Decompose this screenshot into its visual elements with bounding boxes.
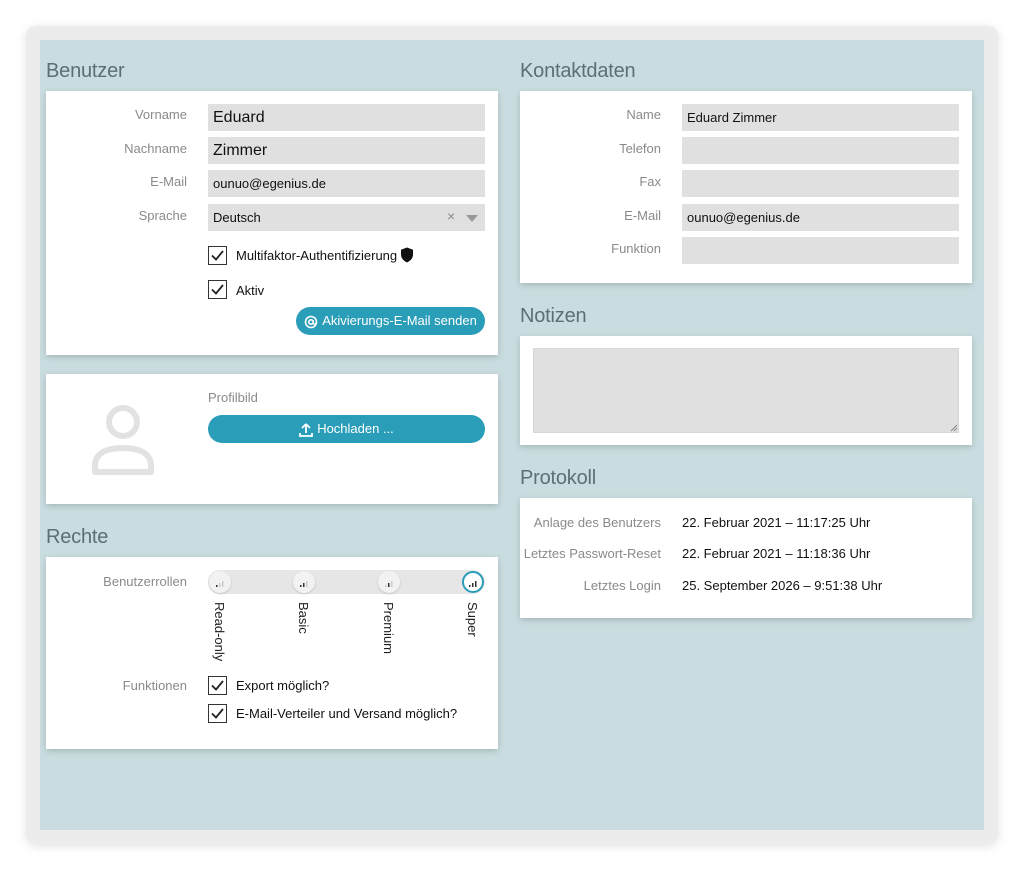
kontakt-email-input[interactable]: ounuo@egenius.de: [682, 204, 959, 231]
shield-icon: [401, 247, 413, 263]
kontakt-name-input[interactable]: Eduard Zimmer: [682, 104, 959, 131]
funktion-input[interactable]: [682, 237, 959, 264]
export-label: Export möglich?: [236, 678, 330, 693]
role-label-readonly: Read-only: [212, 602, 227, 662]
send-activation-email-button[interactable]: Akivierungs-E-Mail senden: [296, 307, 485, 335]
sprache-select[interactable]: Deutsch: [208, 204, 485, 231]
avatar-placeholder-icon: [92, 405, 154, 475]
sprache-label: Sprache: [138, 208, 187, 223]
section-title-rechte: Rechte: [46, 526, 109, 548]
chevron-down-icon[interactable]: [466, 215, 478, 222]
verteiler-label: E-Mail-Verteiler und Versand möglich?: [236, 706, 458, 721]
kontakt-email-label: E-Mail: [624, 208, 661, 223]
checkmark-icon: [211, 250, 224, 261]
login-label: Letztes Login: [583, 578, 661, 593]
checkmark-icon: [211, 680, 224, 691]
funktionen-label: Funktionen: [122, 678, 187, 693]
upload-label: Hochladen ...: [317, 421, 394, 436]
role-readonly-knob[interactable]: [209, 571, 231, 593]
profilbild-panel: Profilbild Hochladen ...: [46, 374, 498, 504]
anlage-value: 22. Februar 2021 – 11:17:25 Uhr: [682, 515, 871, 530]
notizen-panel: [520, 336, 972, 445]
mfa-checkbox[interactable]: [208, 246, 227, 265]
benutzerrollen-label: Benutzerrollen: [103, 574, 187, 589]
aktiv-checkbox[interactable]: [208, 280, 227, 299]
section-title-kontaktdaten: Kontaktdaten: [520, 60, 636, 82]
checkmark-icon: [211, 708, 224, 719]
verteiler-checkbox[interactable]: [208, 704, 227, 723]
fax-input[interactable]: [682, 170, 959, 197]
resize-handle-icon[interactable]: [950, 424, 958, 432]
kontaktdaten-panel: Name Eduard Zimmer Telefon Fax E-Mail ou…: [520, 91, 972, 283]
aktiv-label: Aktiv: [236, 283, 265, 298]
role-label-super: Super: [465, 602, 480, 637]
funktion-label: Funktion: [611, 241, 661, 256]
nachname-label: Nachname: [124, 141, 187, 156]
mfa-label: Multifaktor-Authentifizierung: [236, 248, 398, 263]
telefon-label: Telefon: [619, 141, 661, 156]
benutzerrollen-slider[interactable]: [208, 570, 485, 594]
fax-label: Fax: [639, 174, 661, 189]
nachname-input[interactable]: Zimmer: [208, 137, 485, 164]
rechte-panel: Benutzerrollen Read-only Basic Premium S…: [46, 557, 498, 749]
section-title-benutzer: Benutzer: [46, 60, 125, 82]
profilbild-label: Profilbild: [208, 390, 258, 405]
anlage-label: Anlage des Benutzers: [533, 515, 661, 530]
email-label: E-Mail: [150, 174, 187, 189]
email-input[interactable]: ounuo@egenius.de: [208, 170, 485, 197]
reset-label: Letztes Passwort-Reset: [523, 546, 661, 561]
section-title-protokoll: Protokoll: [520, 467, 597, 489]
send-activation-email-label: Akivierungs-E-Mail senden: [322, 313, 477, 328]
upload-icon: [299, 422, 314, 437]
vorname-label: Vorname: [134, 107, 187, 122]
at-icon: [304, 315, 318, 328]
export-checkbox[interactable]: [208, 676, 227, 695]
telefon-input[interactable]: [682, 137, 959, 164]
vorname-input[interactable]: Eduard: [208, 104, 485, 131]
role-label-premium: Premium: [381, 602, 396, 655]
checkmark-icon: [211, 284, 224, 295]
upload-button[interactable]: Hochladen ...: [208, 415, 485, 443]
section-title-notizen: Notizen: [520, 305, 587, 327]
kontakt-name-label: Name: [626, 107, 661, 122]
protokoll-panel: Anlage des Benutzers 22. Februar 2021 – …: [520, 498, 972, 618]
reset-value: 22. Februar 2021 – 11:18:36 Uhr: [682, 546, 871, 561]
role-basic-knob[interactable]: [293, 571, 315, 593]
notizen-textarea[interactable]: [533, 348, 959, 433]
role-super-knob[interactable]: [462, 571, 484, 593]
role-premium-knob[interactable]: [378, 571, 400, 593]
clear-icon[interactable]: ×: [447, 208, 455, 224]
benutzer-panel: Vorname Eduard Nachname Zimmer E-Mail ou…: [46, 91, 498, 355]
role-label-basic: Basic: [296, 602, 311, 634]
login-value: 25. September 2026 – 9:51:38 Uhr: [682, 578, 883, 593]
